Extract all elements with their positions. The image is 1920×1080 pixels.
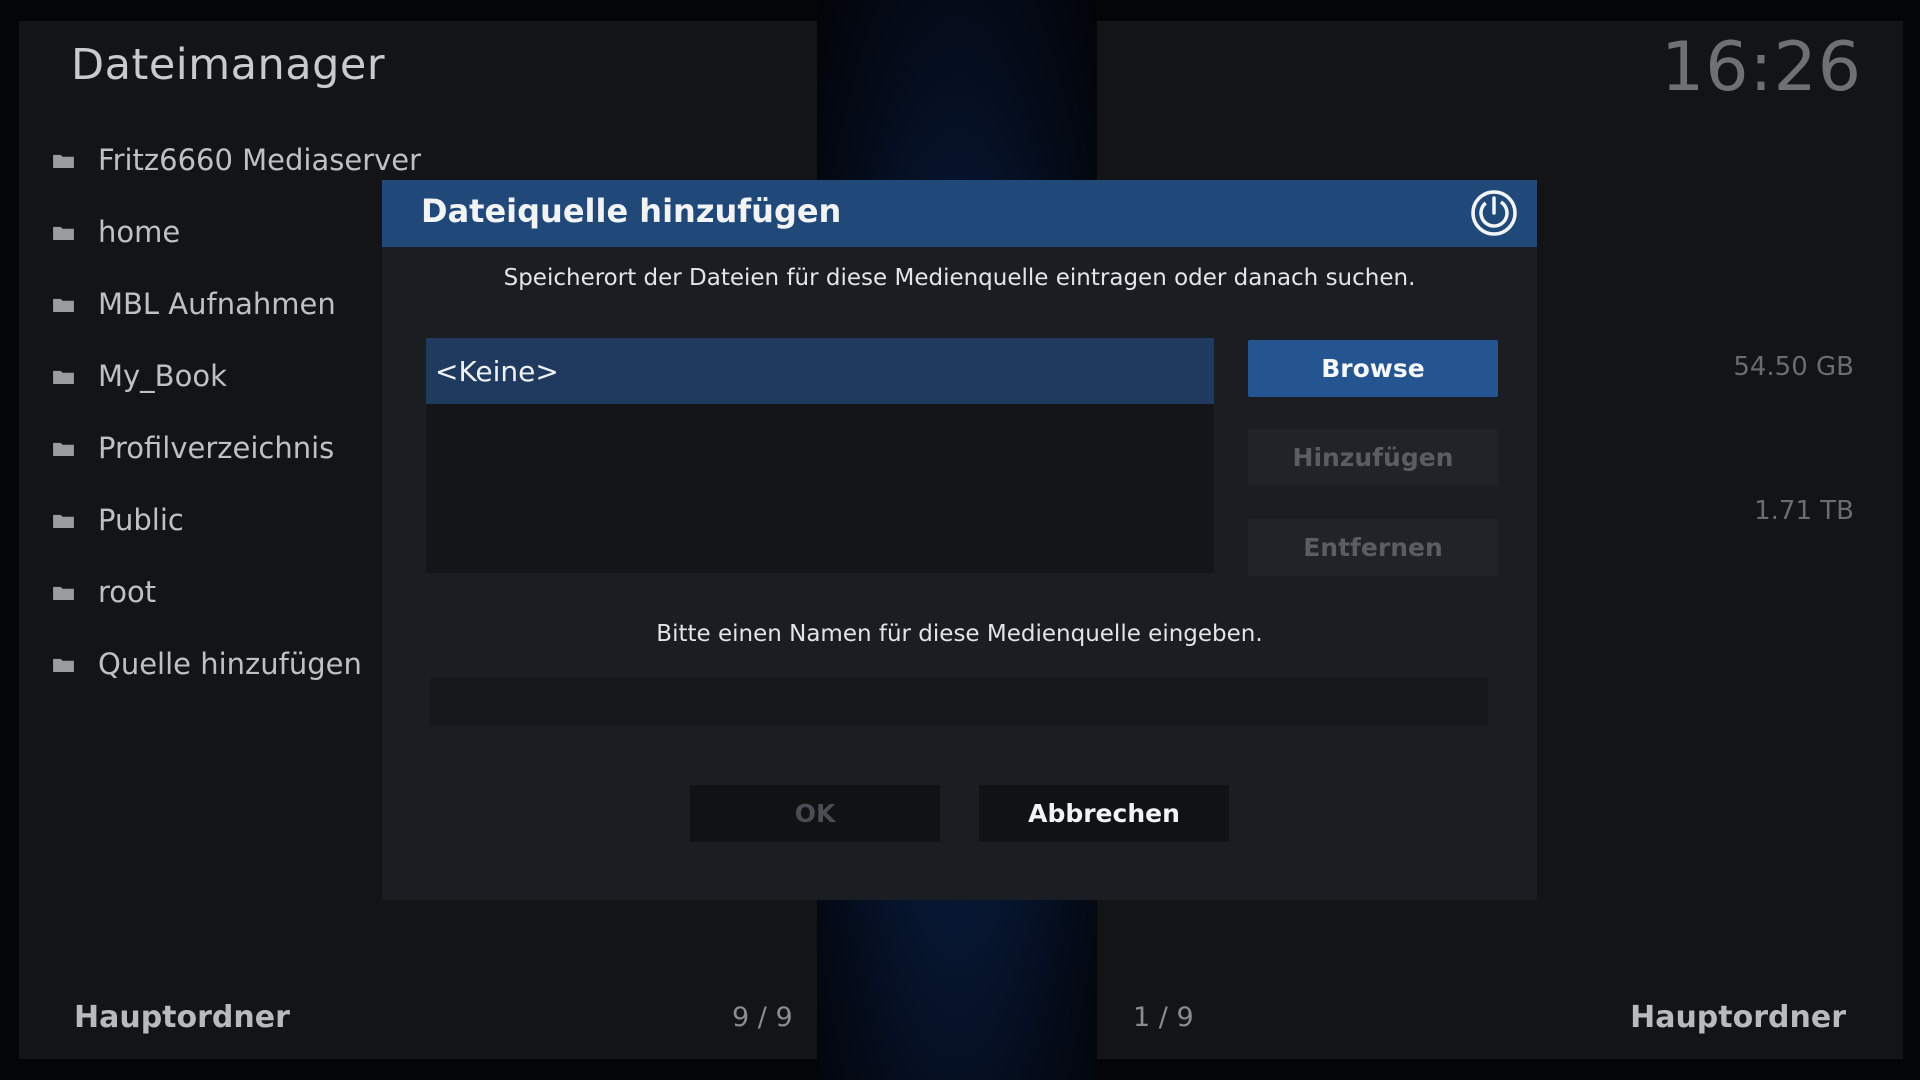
source-name-input[interactable] xyxy=(430,678,1488,726)
file-item-label: home xyxy=(98,215,181,249)
right-footer-label: Hauptordner xyxy=(1630,1000,1846,1035)
folder-icon xyxy=(53,442,74,456)
page-title: Dateimanager xyxy=(71,40,385,90)
size-label: 54.50 GB xyxy=(1733,352,1854,382)
file-item-label: Fritz6660 Mediaserver xyxy=(98,143,422,177)
left-footer-label: Hauptordner xyxy=(74,1000,290,1035)
file-item-profilverzeichnis[interactable]: Profilverzeichnis xyxy=(52,412,421,484)
add-button[interactable]: Hinzufügen xyxy=(1248,429,1498,486)
file-item-mbl-aufnahmen[interactable]: MBL Aufnahmen xyxy=(52,268,421,340)
remove-button[interactable]: Entfernen xyxy=(1248,519,1498,576)
folder-icon xyxy=(53,298,74,312)
add-source-dialog: Dateiquelle hinzufügen Speicherort der D… xyxy=(382,180,1537,900)
path-list-item-label: <Keine> xyxy=(435,354,559,388)
power-close-icon[interactable] xyxy=(1470,189,1518,237)
path-list[interactable]: <Keine> xyxy=(426,338,1214,573)
cancel-button[interactable]: Abbrechen xyxy=(979,785,1229,842)
file-item-public[interactable]: Public xyxy=(52,484,421,556)
dialog-description: Speicherort der Dateien für diese Medien… xyxy=(503,265,1416,291)
screen: Dateimanager 16:26 Fritz6660 Mediaserver… xyxy=(0,0,1920,1080)
folder-icon xyxy=(53,514,74,528)
file-item-label: Public xyxy=(98,503,184,537)
ok-button[interactable]: OK xyxy=(690,785,940,842)
right-footer-count: 1 / 9 xyxy=(1133,1002,1194,1033)
clock: 16:26 xyxy=(1661,28,1862,107)
folder-icon xyxy=(53,370,74,384)
file-item-my-book[interactable]: My_Book xyxy=(52,340,421,412)
dialog-title: Dateiquelle hinzufügen xyxy=(421,192,842,230)
browse-button[interactable]: Browse xyxy=(1248,340,1498,397)
folder-icon xyxy=(53,658,74,672)
file-item-label: Quelle hinzufügen xyxy=(98,647,362,681)
file-list: Fritz6660 Mediaserver home MBL Aufnahmen… xyxy=(52,124,421,700)
folder-icon xyxy=(53,226,74,240)
left-footer-count: 9 / 9 xyxy=(732,1002,793,1033)
file-item-label: My_Book xyxy=(98,359,227,393)
folder-icon xyxy=(53,586,74,600)
file-item-label: MBL Aufnahmen xyxy=(98,287,336,321)
folder-icon xyxy=(53,154,74,168)
file-item-fritz6660[interactable]: Fritz6660 Mediaserver xyxy=(52,124,421,196)
file-item-label: Profilverzeichnis xyxy=(98,431,335,465)
path-list-item[interactable]: <Keine> xyxy=(426,338,1214,404)
file-item-root[interactable]: root xyxy=(52,556,421,628)
name-prompt: Bitte einen Namen für diese Medienquelle… xyxy=(656,621,1263,647)
file-item-label: root xyxy=(98,575,157,609)
dialog-header: Dateiquelle hinzufügen xyxy=(382,180,1537,247)
size-label: 1.71 TB xyxy=(1754,496,1854,526)
file-item-home[interactable]: home xyxy=(52,196,421,268)
file-item-quelle-hinzufuegen[interactable]: Quelle hinzufügen xyxy=(52,628,421,700)
